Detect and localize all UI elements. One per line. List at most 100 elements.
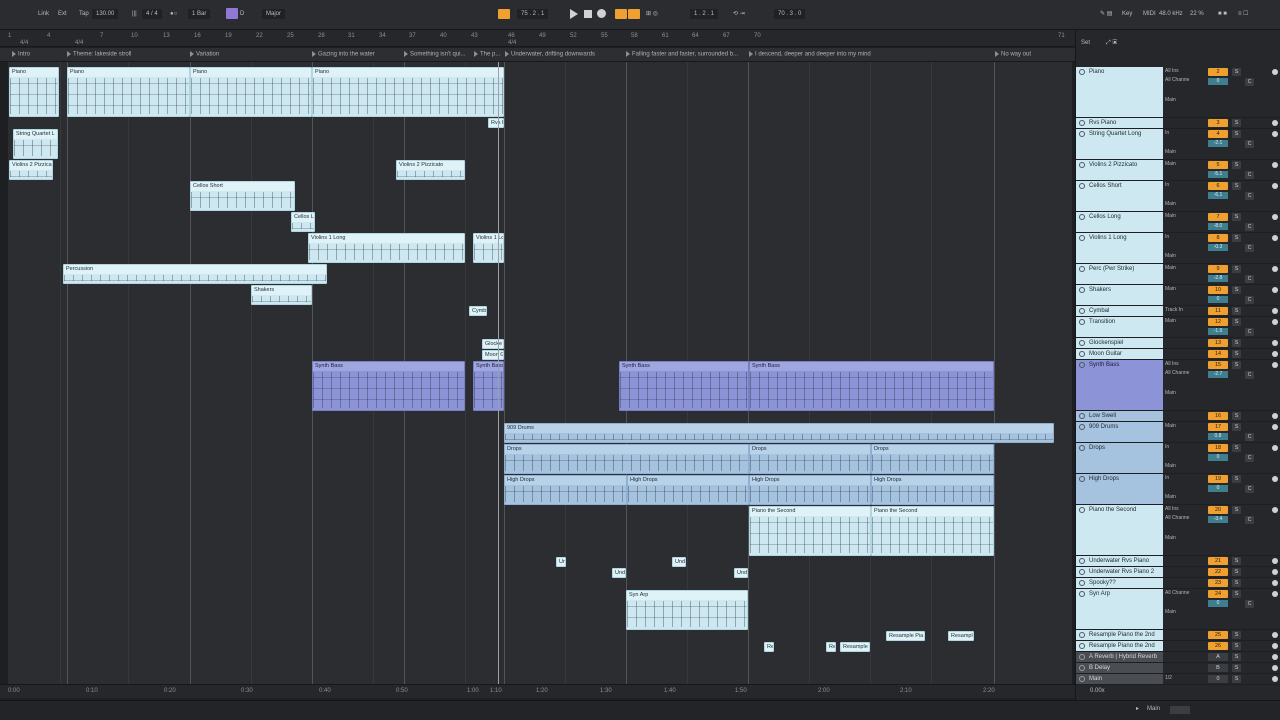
track-activator-button[interactable]: 23 <box>1208 579 1228 587</box>
locator[interactable]: No way out <box>995 51 1065 58</box>
track-activator-button[interactable]: 15 <box>1208 361 1228 369</box>
output-routing-select[interactable]: Main <box>1165 609 1205 615</box>
fold-icon[interactable] <box>1079 214 1085 220</box>
audio-clip[interactable]: Und <box>672 557 686 567</box>
output-routing-select[interactable]: Main <box>1165 149 1205 155</box>
track-name[interactable]: A Reverb | Hybrid Reverb <box>1076 652 1163 662</box>
arm-record-icon[interactable] <box>1272 340 1278 346</box>
fold-icon[interactable] <box>1079 507 1085 513</box>
track-name[interactable]: Cellos Long <box>1076 212 1163 232</box>
midi-clip[interactable]: Drops <box>749 444 871 474</box>
arm-record-icon[interactable] <box>1272 445 1278 451</box>
locator[interactable]: Gazing into the water <box>312 51 402 58</box>
midi-clip[interactable]: Shakers <box>251 285 312 305</box>
midi-clip[interactable]: Piano the Second <box>871 506 994 556</box>
mixer-track-row[interactable]: Underwater Rvs Piano 21 S <box>1076 556 1280 567</box>
midi-clip[interactable]: High Drops <box>627 475 749 505</box>
volume-field[interactable]: -2.7 <box>1208 371 1228 378</box>
input-routing-select[interactable]: All Ins <box>1165 68 1205 74</box>
input-routing-select[interactable]: 1/2 <box>1165 675 1205 681</box>
solo-button[interactable]: S <box>1232 361 1241 369</box>
midi-clip[interactable]: Piano <box>190 67 312 117</box>
midi-clip[interactable]: Syn Arp <box>626 590 748 630</box>
volume-field[interactable]: 0 <box>1208 454 1228 461</box>
track-activator-button[interactable]: 4 <box>1208 130 1228 138</box>
fold-icon[interactable] <box>1079 287 1085 293</box>
menu-icon[interactable]: ≡ ☐ <box>1238 9 1249 19</box>
input-routing-select[interactable]: All Ins <box>1165 506 1205 512</box>
signature-field[interactable]: 4 / 4 <box>142 9 162 19</box>
midi-clip[interactable]: Synth Bass <box>749 361 994 411</box>
mixer-track-row[interactable]: Violins 2 Pizzicato Main 5 S -5.1 C <box>1076 160 1280 181</box>
solo-button[interactable]: S <box>1232 642 1241 650</box>
set-button[interactable]: Set <box>1081 40 1090 46</box>
track-activator-button[interactable]: 26 <box>1208 642 1228 650</box>
track-activator-button[interactable]: 0 <box>1208 675 1228 683</box>
stop-icon[interactable] <box>584 10 592 18</box>
locator[interactable]: Theme: lakeside stroll <box>67 51 187 58</box>
mixer-track-row[interactable]: Underwater Rvs Piano 2 22 S <box>1076 567 1280 578</box>
fold-icon[interactable] <box>1079 591 1085 597</box>
beat-time-ruler[interactable]: 1 4 7 10 13 16 19 22 25 28 31 34 37 40 4… <box>0 30 1075 47</box>
pan-knob[interactable]: C <box>1245 454 1254 462</box>
input-routing-select[interactable]: Track In <box>1165 307 1205 313</box>
locator[interactable]: Intro <box>12 51 62 58</box>
mixer-track-row[interactable]: Synth Bass All Ins All Channe Main 15 S -2.7 C <box>1076 360 1280 411</box>
volume-field[interactable]: 0.8 <box>1208 433 1228 440</box>
mixer-track-row[interactable]: Low Swell 16 S <box>1076 411 1280 422</box>
fold-icon[interactable] <box>1079 183 1085 189</box>
input-routing-select[interactable]: All Channe <box>1165 590 1205 596</box>
mixer-track-row[interactable]: B Delay B S <box>1076 663 1280 674</box>
solo-button[interactable]: S <box>1232 339 1241 347</box>
input-channel-select[interactable]: All Channe <box>1165 515 1205 521</box>
mixer-track-row[interactable]: Resample Piano the 2nd 26 S <box>1076 641 1280 652</box>
fold-icon[interactable] <box>1079 413 1085 419</box>
automation-arm-button[interactable] <box>628 9 640 19</box>
arm-record-icon[interactable] <box>1272 183 1278 189</box>
solo-button[interactable]: S <box>1232 579 1241 587</box>
track-activator-button[interactable]: B <box>1208 664 1228 672</box>
pan-knob[interactable]: C <box>1245 600 1254 608</box>
ext-button[interactable]: Ext <box>58 9 67 19</box>
time-ruler[interactable]: 0:00 0:10 0:20 0:30 0:40 0:50 1:00 1:10 … <box>0 684 1075 698</box>
solo-button[interactable]: S <box>1232 568 1241 576</box>
track-name[interactable]: Underwater Rvs Piano <box>1076 556 1163 566</box>
pan-knob[interactable]: C <box>1245 192 1254 200</box>
track-name[interactable]: Drops <box>1076 443 1163 473</box>
midi-map-button[interactable]: MIDI <box>1143 9 1156 19</box>
time-signature-marker[interactable]: 4/4 <box>508 40 516 46</box>
follow-button[interactable] <box>498 9 510 19</box>
midi-clip[interactable]: Percussion <box>63 264 327 284</box>
pan-knob[interactable]: C <box>1245 223 1254 231</box>
track-name[interactable]: Shakers <box>1076 285 1163 305</box>
track-name[interactable]: 909 Drums <box>1076 422 1163 442</box>
playhead[interactable] <box>498 62 499 684</box>
track-activator-button[interactable]: 14 <box>1208 350 1228 358</box>
record-icon[interactable] <box>597 9 606 18</box>
arm-record-icon[interactable] <box>1272 476 1278 482</box>
track-activator-button[interactable]: 25 <box>1208 631 1228 639</box>
track-name[interactable]: Transition <box>1076 317 1163 337</box>
pan-knob[interactable]: C <box>1245 433 1254 441</box>
track-activator-button[interactable]: 20 <box>1208 506 1228 514</box>
tap-button[interactable]: Tap <box>79 9 89 19</box>
midi-clip[interactable]: String Quartet L <box>13 129 58 159</box>
input-routing-select[interactable]: Main <box>1165 213 1205 219</box>
audio-clip[interactable]: Res <box>764 642 774 652</box>
arm-record-icon[interactable] <box>1272 351 1278 357</box>
metronome-icon[interactable]: ||| <box>132 9 137 19</box>
track-activator-button[interactable]: 19 <box>1208 475 1228 483</box>
input-routing-select[interactable]: In <box>1165 182 1205 188</box>
midi-clip[interactable]: Rvs P <box>488 118 504 128</box>
input-channel-select[interactable]: All Channe <box>1165 370 1205 376</box>
arm-record-icon[interactable] <box>1272 120 1278 126</box>
track-activator-button[interactable]: 22 <box>1208 568 1228 576</box>
audio-clip[interactable]: Unde <box>612 568 626 578</box>
link-button[interactable]: Link <box>38 9 49 19</box>
pan-knob[interactable]: C <box>1245 140 1254 148</box>
key-select[interactable]: D <box>240 9 244 19</box>
arm-record-icon[interactable] <box>1272 676 1278 682</box>
track-activator-button[interactable]: 9 <box>1208 265 1228 273</box>
midi-clip[interactable]: Drops <box>504 444 749 474</box>
track-activator-button[interactable]: 13 <box>1208 339 1228 347</box>
